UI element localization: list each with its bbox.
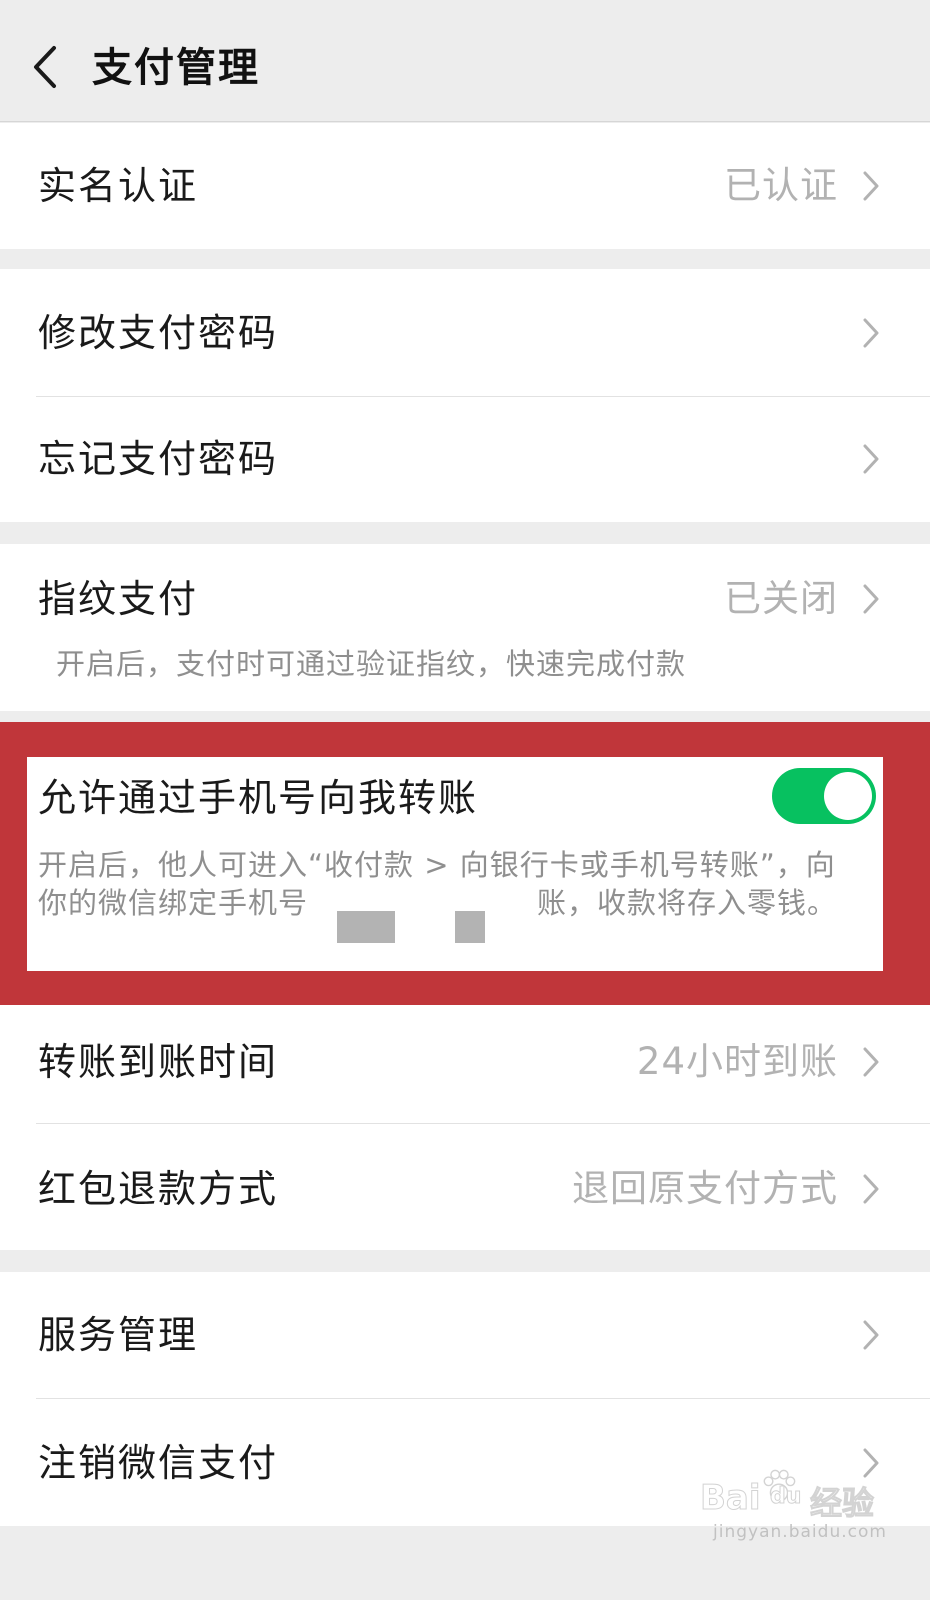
change-password-cell[interactable]: 修改支付密码	[0, 269, 930, 396]
toggle-knob	[824, 772, 872, 820]
phone-transfer-description-line2-end: 账，收款将存入零钱。	[537, 886, 838, 920]
service-management-label: 服务管理	[38, 1313, 199, 1357]
group-fingerprint: 指纹支付 已关闭 开启后，支付时可通过验证指纹，快速完成付款	[0, 544, 930, 711]
change-password-label: 修改支付密码	[38, 311, 279, 355]
page-title: 支付管理	[92, 45, 260, 91]
phone-transfer-description-line1: 开启后，他人可进入“收付款 > 向银行卡或手机号转账”，向	[38, 848, 836, 882]
watermark-url: jingyan.baidu.com	[713, 1522, 887, 1542]
forgot-password-cell[interactable]: 忘记支付密码	[0, 396, 930, 522]
watermark-brand-b: du	[769, 1484, 802, 1510]
watermark-brand-c: 经验	[809, 1484, 875, 1523]
group-transfer-settings: 转账到账时间 24小时到账 红包退款方式 退回原支付方式	[0, 1005, 930, 1250]
chevron-right-icon	[863, 171, 879, 201]
arrival-time-label: 转账到账时间	[38, 1040, 279, 1084]
service-management-cell[interactable]: 服务管理	[0, 1272, 930, 1398]
chevron-right-icon	[863, 444, 879, 474]
forgot-password-label: 忘记支付密码	[38, 437, 279, 481]
arrival-time-cell[interactable]: 转账到账时间 24小时到账	[0, 1005, 930, 1123]
chevron-right-icon	[863, 318, 879, 348]
phone-transfer-label: 允许通过手机号向我转账	[38, 776, 479, 820]
phone-transfer-toggle[interactable]	[772, 768, 876, 824]
arrival-time-value: 24小时到账	[636, 1040, 838, 1083]
group-password: 修改支付密码 忘记支付密码	[0, 269, 930, 522]
group-realname: 实名认证 已认证	[0, 123, 930, 249]
chevron-right-icon	[863, 584, 879, 614]
baidu-watermark: Bai du 经验 jingyan.baidu.com	[700, 1460, 900, 1550]
navigation-bar: 支付管理	[0, 0, 930, 122]
fingerprint-description: 开启后，支付时可通过验证指纹，快速完成付款	[56, 647, 687, 681]
fingerprint-label: 指纹支付	[38, 577, 199, 621]
realname-value: 已认证	[724, 164, 838, 207]
fingerprint-cell[interactable]: 指纹支付 已关闭 开启后，支付时可通过验证指纹，快速完成付款	[0, 544, 930, 711]
refund-method-value: 退回原支付方式	[572, 1167, 838, 1210]
phone-transfer-cell: 允许通过手机号向我转账 开启后，他人可进入“收付款 > 向银行卡或手机号转账”，…	[27, 757, 883, 971]
watermark-brand-a: Bai	[700, 1478, 762, 1519]
redacted-phone-number	[455, 911, 485, 943]
realname-label: 实名认证	[38, 164, 199, 208]
redacted-phone-number	[337, 911, 395, 943]
chevron-left-icon[interactable]	[28, 44, 62, 90]
fingerprint-value: 已关闭	[724, 577, 838, 620]
chevron-right-icon	[863, 1174, 879, 1204]
chevron-right-icon	[863, 1047, 879, 1077]
refund-method-cell[interactable]: 红包退款方式 退回原支付方式	[0, 1123, 930, 1250]
chevron-right-icon	[863, 1320, 879, 1350]
refund-method-label: 红包退款方式	[38, 1167, 279, 1211]
phone-transfer-description-line2-start: 你的微信绑定手机号	[38, 886, 309, 920]
cancel-wechat-pay-label: 注销微信支付	[38, 1441, 279, 1485]
realname-cell[interactable]: 实名认证 已认证	[0, 123, 930, 249]
